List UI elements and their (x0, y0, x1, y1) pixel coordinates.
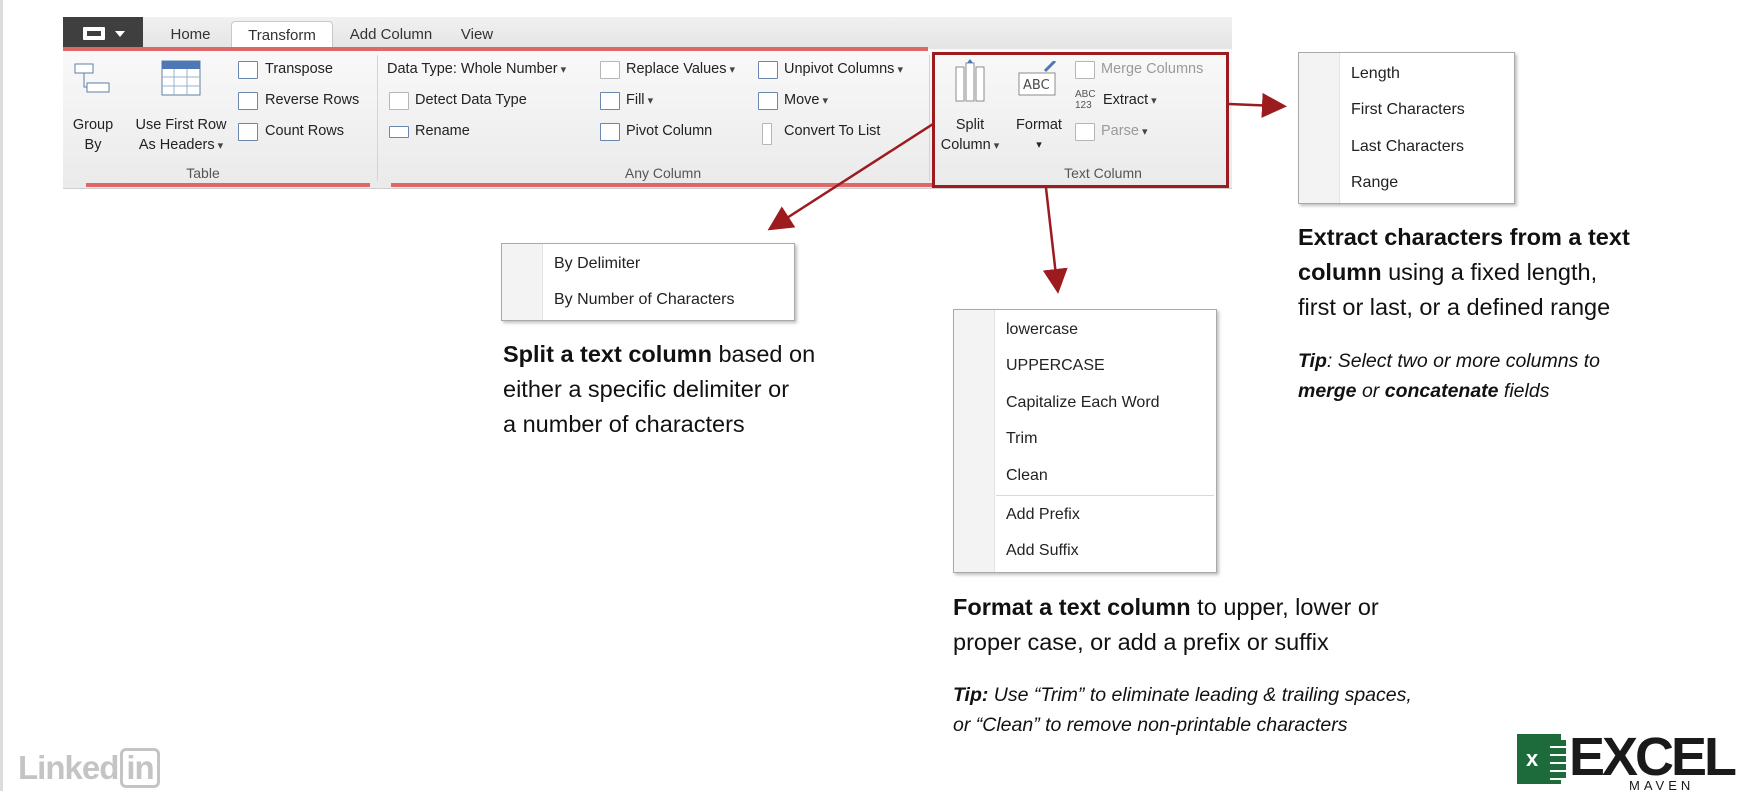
extract-tip: Tip: Select two or more columns to merge… (1298, 346, 1728, 406)
excel-x-letter: x (1526, 746, 1539, 771)
merge-keyword: merge (1298, 380, 1357, 402)
linkedin-logo-word: Linked (18, 749, 119, 786)
split-caption-text: based on (711, 341, 816, 367)
menu-separator (996, 495, 1214, 496)
menu-gutter (954, 310, 995, 572)
extract-caption-text: using a fixed length, (1381, 259, 1598, 285)
extract-caption-bold-2: column (1298, 259, 1382, 285)
or-text: or (1356, 380, 1385, 402)
excel-grid-icon (1550, 740, 1566, 780)
concatenate-keyword: concatenate (1384, 380, 1499, 402)
menu-item-lowercase[interactable]: lowercase (1006, 321, 1078, 339)
linkedin-logo: Linked in (18, 748, 160, 788)
menu-item-clean[interactable]: Clean (1006, 467, 1048, 485)
format-tip-line2: or “Clean” to remove non-printable chara… (953, 714, 1348, 736)
extract-tip-line1: : Select two or more columns to (1326, 350, 1600, 372)
format-tip: Tip: Use “Trim” to eliminate leading & t… (953, 680, 1553, 740)
fields-text: fields (1498, 380, 1550, 402)
menu-item-range[interactable]: Range (1351, 174, 1398, 192)
format-caption-text: to upper, lower or (1190, 594, 1379, 620)
menu-gutter (502, 244, 543, 320)
extract-menu: Length First Characters Last Characters … (1298, 52, 1515, 204)
format-caption-bold: Format a text column (953, 594, 1191, 620)
extract-caption-line3: first or last, or a defined range (1298, 294, 1611, 320)
tip-label: Tip (1298, 350, 1327, 372)
linkedin-in-icon: in (120, 748, 160, 788)
menu-item-capitalize-each-word[interactable]: Capitalize Each Word (1006, 394, 1160, 412)
format-menu: lowercase UPPERCASE Capitalize Each Word… (953, 309, 1217, 573)
menu-item-uppercase[interactable]: UPPERCASE (1006, 357, 1105, 375)
menu-item-last-characters[interactable]: Last Characters (1351, 138, 1464, 156)
split-caption-bold: Split a text column (503, 341, 712, 367)
split-caption-line2: either a specific delimiter or (503, 376, 790, 402)
extract-caption: Extract characters from a text column us… (1298, 220, 1728, 325)
menu-item-by-delimiter[interactable]: By Delimiter (554, 255, 640, 273)
split-caption-line3: a number of characters (503, 411, 745, 437)
menu-gutter (1299, 53, 1340, 203)
menu-item-first-characters[interactable]: First Characters (1351, 101, 1465, 119)
menu-item-length[interactable]: Length (1351, 65, 1400, 83)
split-caption: Split a text column based on either a sp… (503, 337, 903, 442)
format-caption: Format a text column to upper, lower or … (953, 590, 1513, 660)
menu-item-by-number-of-characters[interactable]: By Number of Characters (554, 291, 735, 309)
menu-item-add-suffix[interactable]: Add Suffix (1006, 542, 1079, 560)
format-caption-line2: proper case, or add a prefix or suffix (953, 629, 1329, 655)
split-menu: By Delimiter By Number of Characters (501, 243, 795, 321)
menu-item-add-prefix[interactable]: Add Prefix (1006, 506, 1080, 524)
format-tip-line1: Use “Trim” to eliminate leading & traili… (988, 684, 1412, 706)
extract-caption-bold: Extract characters from a text (1298, 224, 1630, 250)
menu-item-trim[interactable]: Trim (1006, 430, 1037, 448)
tip-label: Tip: (953, 684, 989, 706)
